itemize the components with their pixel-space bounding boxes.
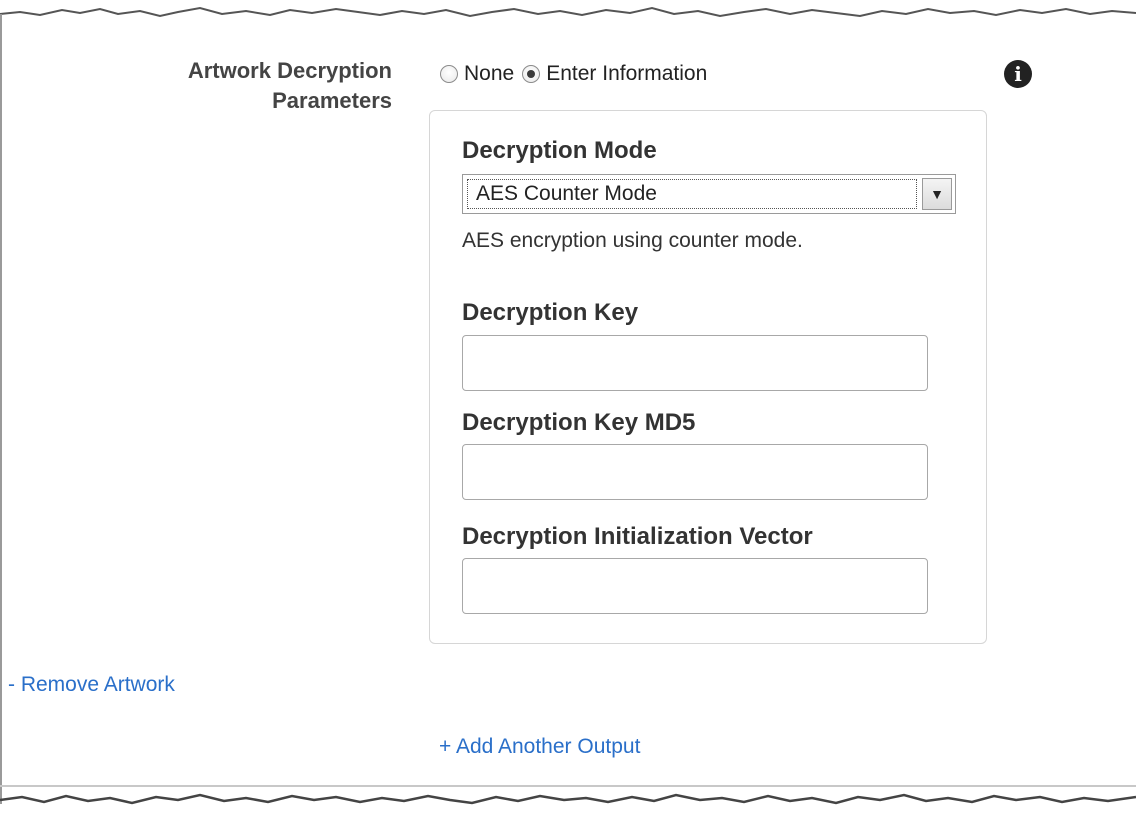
radio-none-label[interactable]: None (464, 62, 514, 86)
decryption-key-label: Decryption Key (462, 299, 639, 326)
section-label-line-2: Parameters (272, 88, 392, 113)
decryption-mode-label: Decryption Mode (462, 137, 657, 164)
radio-enter-information-label[interactable]: Enter Information (546, 62, 707, 86)
chevron-down-icon[interactable]: ▼ (922, 178, 952, 210)
remove-artwork-link[interactable]: - Remove Artwork (8, 673, 175, 697)
decryption-mode-selected-value[interactable]: AES Counter Mode (467, 179, 917, 209)
decryption-iv-label: Decryption Initialization Vector (462, 523, 813, 550)
radio-enter-information[interactable] (522, 65, 541, 83)
decryption-key-md5-label: Decryption Key MD5 (462, 409, 696, 436)
decryption-panel: Decryption Mode AES Counter Mode ▼ AES e… (429, 110, 987, 644)
page-left-border (0, 14, 2, 804)
decryption-iv-input[interactable] (462, 558, 928, 614)
decryption-key-input[interactable] (462, 335, 928, 391)
decryption-key-md5-input[interactable] (462, 444, 928, 500)
artwork-decryption-label: Artwork Decryption Parameters (92, 56, 392, 116)
decryption-mode-select[interactable]: AES Counter Mode ▼ (462, 174, 956, 214)
add-another-output-link[interactable]: + Add Another Output (439, 735, 640, 759)
info-icon[interactable]: i (1004, 60, 1032, 88)
torn-edge-bottom (0, 785, 1136, 805)
torn-edge-top (0, 6, 1136, 18)
decryption-radio-group: None Enter Information (440, 60, 715, 88)
section-label-line-1: Artwork Decryption (187, 58, 392, 83)
radio-none[interactable] (440, 65, 458, 83)
decryption-mode-help: AES encryption using counter mode. (462, 229, 803, 252)
